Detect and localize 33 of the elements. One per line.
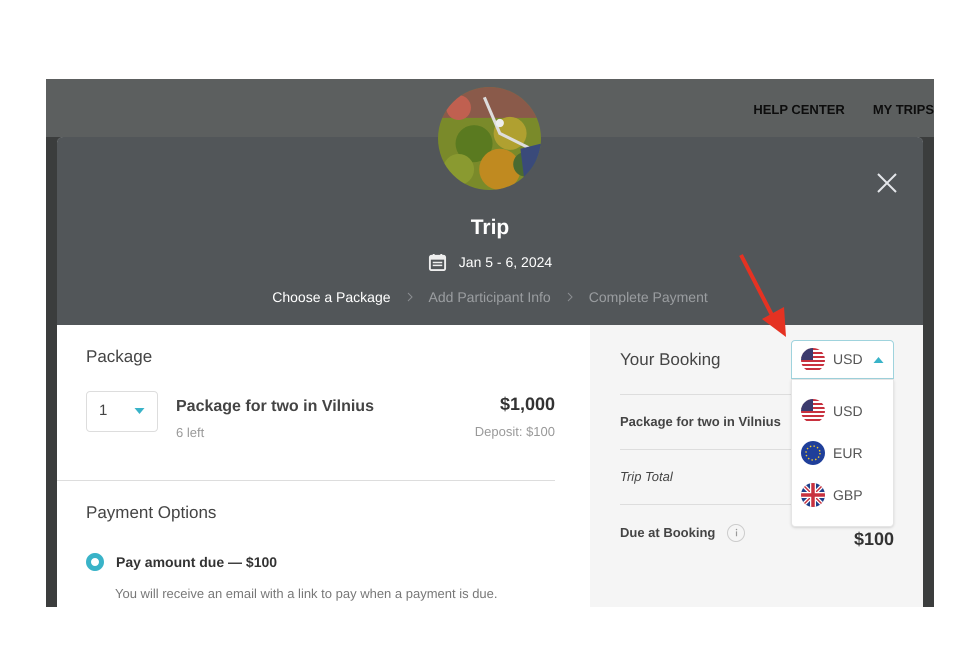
quantity-dropdown[interactable]: 1	[86, 390, 158, 432]
flag-icon	[801, 399, 825, 423]
currency-option[interactable]: EUR	[792, 432, 893, 474]
close-button[interactable]	[875, 171, 899, 195]
currency-option[interactable]: GBP	[792, 474, 893, 516]
chevron-icon	[406, 292, 413, 302]
section-heading: Payment Options	[86, 502, 218, 524]
radio-button[interactable]	[86, 553, 104, 571]
flag-icon	[801, 483, 825, 507]
flag-icon	[801, 441, 825, 465]
package-name: Package for two in Vilnius	[176, 396, 375, 416]
booking-item-label: Package for two in Vilnius	[620, 413, 781, 432]
trip-dates: Jan 5 - 6, 2024	[458, 252, 552, 272]
section-heading: Package	[86, 346, 154, 368]
trip-title: Trip	[470, 215, 510, 241]
deposit-amount: Deposit: $100	[474, 422, 555, 441]
total-label: Trip Total	[620, 468, 673, 486]
currency-dropdown[interactable]: USD	[791, 340, 894, 379]
due-label: Due at Booking	[620, 524, 716, 542]
step-tab[interactable]: Choose a Package	[272, 286, 391, 308]
remaining-count: 6 left	[176, 424, 206, 442]
calendar-icon	[428, 252, 447, 272]
caret-down-icon	[134, 408, 145, 414]
booking-heading: Your Booking	[620, 348, 721, 371]
flag-icon	[801, 348, 825, 372]
amount-due: $100	[854, 528, 894, 551]
chevron-icon	[566, 292, 573, 302]
package-price: $1,000	[498, 392, 555, 416]
currency-option[interactable]: USD	[792, 390, 893, 432]
option-description: You will receive an email with a link to pay when a payment is due.	[115, 584, 499, 603]
option-label: Pay amount due — $100	[116, 552, 278, 572]
info-icon[interactable]	[727, 524, 746, 542]
close-icon	[875, 171, 899, 195]
